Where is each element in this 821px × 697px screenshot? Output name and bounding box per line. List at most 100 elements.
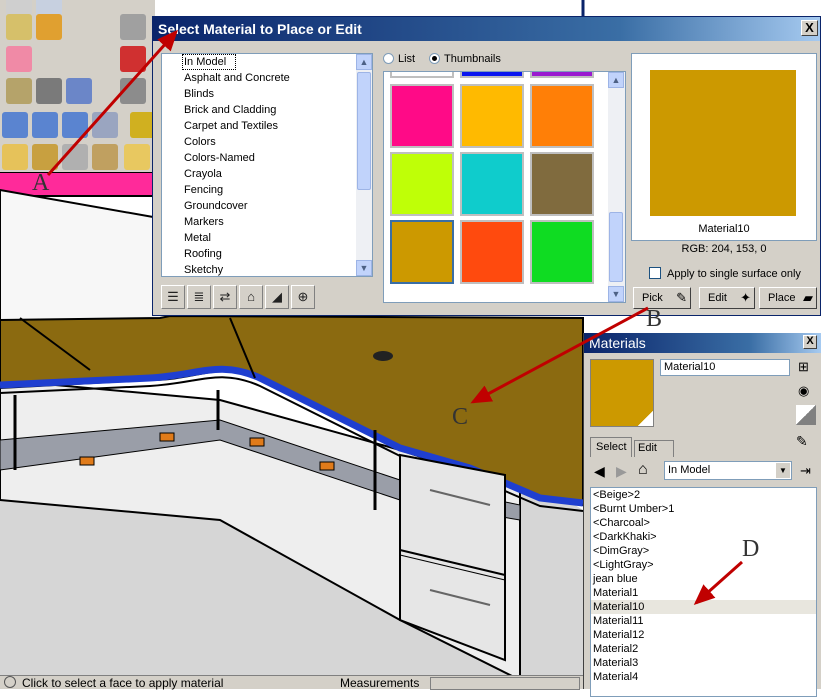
list-view-icon[interactable]: ☰ [161,285,185,309]
material-list-item[interactable]: <LightGray> [591,558,816,572]
scroll-down-icon[interactable]: ▼ [608,286,624,302]
scroll-thumb[interactable] [609,212,623,282]
category-item[interactable]: Colors [162,134,372,150]
material-name-field[interactable]: Material10 [660,359,790,376]
material-swatch[interactable] [530,220,594,284]
category-item[interactable]: Groundcover [162,198,372,214]
dialog-title[interactable]: Select Material to Place or Edit [153,17,820,41]
category-item[interactable]: Metal [162,230,372,246]
material-swatch[interactable] [390,152,454,216]
default-material-icon[interactable] [796,405,816,425]
eraser-icon[interactable] [6,46,32,72]
material-swatch[interactable] [530,152,594,216]
folder-icon[interactable] [124,144,150,170]
swap-icon[interactable]: ⇄ [213,285,237,309]
material-list-item[interactable]: <DarkKhaki> [591,530,816,544]
back-icon[interactable]: ◀ [594,463,605,480]
list-radio[interactable]: List [383,53,415,66]
orbit-icon[interactable] [6,14,32,40]
category-item[interactable]: Blinds [162,86,372,102]
material-list-item[interactable]: Material4 [591,670,816,684]
category-item[interactable]: Colors-Named [162,150,372,166]
material-list-item[interactable]: <Charcoal> [591,516,816,530]
category-list[interactable]: In Model Asphalt and Concrete Blinds Brick … [161,53,373,277]
category-item[interactable]: Brick and Cladding [162,102,372,118]
swatch-scrollbar[interactable]: ▲ ▼ [608,72,625,302]
forward-icon[interactable]: ▶ [616,463,627,480]
select-icon[interactable] [62,144,88,170]
eyedropper-icon[interactable]: ✎ [796,433,808,450]
category-item[interactable]: Roofing [162,246,372,262]
materials-title[interactable]: Materials [584,333,821,353]
material-swatch[interactable] [460,220,524,284]
magenta-wall-band [0,172,160,196]
scroll-up-icon[interactable]: ▲ [608,72,624,88]
create-material-icon[interactable]: ⊞ [798,359,809,375]
material-list-item[interactable]: <Beige>2 [591,488,816,502]
scroll-thumb[interactable] [357,72,371,190]
chevron-down-icon[interactable]: ▼ [776,463,790,478]
category-item[interactable]: Markers [162,214,372,230]
category-item[interactable]: Fencing [162,182,372,198]
home-icon[interactable]: ⌂ [638,461,648,479]
swatch-grid[interactable]: ▲ ▼ [383,71,626,303]
sample-paint-icon[interactable]: ◉ [798,383,809,399]
paint-bucket-icon[interactable] [32,144,58,170]
material-list-item[interactable]: jean blue [591,572,816,586]
zoom-icon[interactable] [92,112,118,138]
display-icon[interactable]: ◢ [265,285,289,309]
apply-single-checkbox[interactable]: Apply to single surface only [649,267,801,280]
box-icon[interactable] [66,78,92,104]
material-list-item[interactable]: Material10 [591,600,816,614]
material-swatch[interactable] [390,220,454,284]
material-list-item[interactable]: <DimGray> [591,544,816,558]
material-list-item[interactable]: Material1 [591,586,816,600]
box-icon[interactable] [120,78,146,104]
scroll-down-icon[interactable]: ▼ [356,260,372,276]
status-message: Click to select a face to apply material [22,676,224,690]
material-swatch[interactable] [390,84,454,148]
category-item[interactable]: Carpet and Textiles [162,118,372,134]
measurements-field[interactable] [430,677,580,690]
add-material-icon[interactable]: ⊕ [291,285,315,309]
material-list-item[interactable]: Material12 [591,628,816,642]
place-button[interactable]: Place ▰ [759,287,817,309]
tab-select[interactable]: Select [590,437,632,457]
box-icon[interactable] [36,78,62,104]
category-scrollbar[interactable]: ▲ ▼ [356,54,372,276]
dialog-close-button[interactable]: X [801,20,818,36]
walk-icon[interactable] [2,144,28,170]
move-icon[interactable] [36,14,62,40]
details-arrow-icon[interactable]: ⇥ [800,463,811,479]
collection-select[interactable]: In Model ▼ [664,461,792,480]
zoom-icon[interactable] [2,112,28,138]
details-icon[interactable]: ≣ [187,285,211,309]
house-icon[interactable] [120,14,146,40]
edit-button[interactable]: Edit ✦ [699,287,755,309]
thumbnails-radio[interactable]: Thumbnails [429,53,501,66]
material-list-item[interactable]: <Burnt Umber>1 [591,502,816,516]
category-item[interactable]: In Model [182,54,236,70]
annotation-d: D [742,536,760,562]
current-material-swatch[interactable] [590,359,654,427]
zoom-icon[interactable] [62,112,88,138]
material-list-item[interactable]: Material2 [591,642,816,656]
materials-close-button[interactable]: X [803,335,817,349]
material-list-item[interactable]: Material3 [591,656,816,670]
component-icon[interactable] [120,46,146,72]
box-icon[interactable] [6,78,32,104]
home-icon[interactable]: ⌂ [239,285,263,309]
materials-list[interactable]: <Beige>2 <Burnt Umber>1 <Charcoal> <DarkKha… [590,487,817,697]
category-item[interactable]: Crayola [162,166,372,182]
orbit-icon[interactable] [92,144,118,170]
material-swatch[interactable] [460,84,524,148]
category-item[interactable]: Asphalt and Concrete [162,70,372,86]
tab-edit[interactable]: Edit [634,440,674,457]
materials-panel: Materials X Material10 ⊞ ◉ Select Edit ✎… [583,333,821,697]
material-list-item[interactable]: Material11 [591,614,816,628]
scroll-up-icon[interactable]: ▲ [356,54,372,70]
material-swatch[interactable] [460,152,524,216]
material-swatch[interactable] [530,84,594,148]
category-item[interactable]: Sketchy [162,262,372,276]
zoom-icon[interactable] [32,112,58,138]
